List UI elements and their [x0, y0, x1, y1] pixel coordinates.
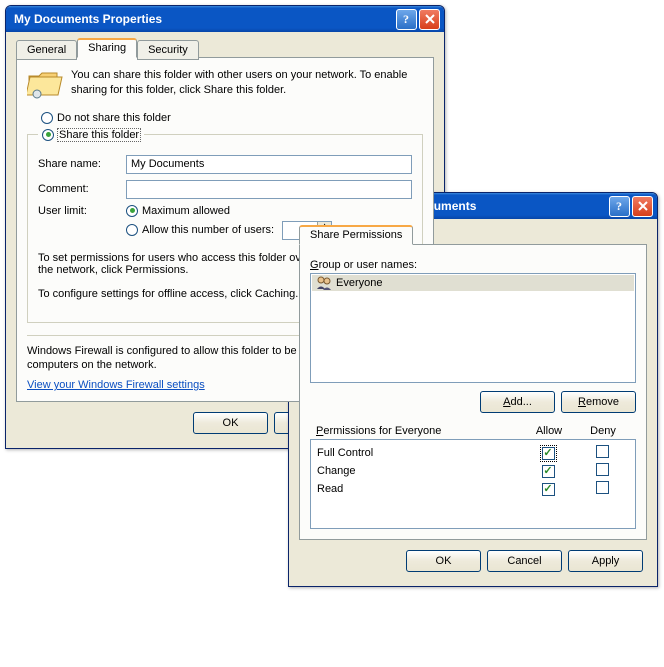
- radio-max-allowed[interactable]: [126, 205, 138, 217]
- share-name-input[interactable]: [126, 155, 412, 174]
- group-icon: [316, 276, 332, 290]
- permissions-for-label: ermissions for Everyone: [323, 425, 441, 437]
- allow-header: Allow: [522, 425, 576, 437]
- tab-general[interactable]: General: [16, 40, 77, 60]
- close-icon: [425, 14, 435, 24]
- caching-text: To configure settings for offline access…: [38, 288, 329, 300]
- permissions-text: To set permissions for users who access …: [38, 252, 326, 276]
- close-button[interactable]: [419, 9, 440, 30]
- svg-text:?: ?: [616, 200, 622, 212]
- radio-allow-number-label: Allow this number of users:: [142, 224, 274, 236]
- help-icon: ?: [615, 200, 625, 212]
- properties-titlebar[interactable]: My Documents Properties ?: [6, 6, 444, 32]
- user-limit-label: User limit:: [38, 205, 118, 217]
- permission-row: Read: [317, 480, 629, 498]
- permission-name: Change: [317, 465, 521, 477]
- permission-row: Full Control: [317, 444, 629, 462]
- properties-ok-button[interactable]: OK: [193, 412, 268, 434]
- radio-allow-number[interactable]: [126, 224, 138, 236]
- radio-share-label: Share this folder: [58, 129, 140, 141]
- permissions-table: Full Control Change Read: [310, 439, 636, 529]
- help-button[interactable]: ?: [609, 196, 630, 217]
- comment-label: Comment:: [38, 183, 118, 195]
- permission-name: Read: [317, 483, 521, 495]
- radio-share[interactable]: [42, 129, 54, 141]
- share-permissions-body: Group or user names: Everyone Add..: [299, 244, 647, 540]
- allow-checkbox[interactable]: [542, 465, 555, 478]
- comment-input[interactable]: [126, 180, 412, 199]
- list-item[interactable]: Everyone: [312, 275, 634, 291]
- remove-button[interactable]: Remove: [561, 391, 636, 413]
- list-item-label: Everyone: [336, 277, 382, 289]
- deny-checkbox[interactable]: [596, 445, 609, 458]
- firewall-link[interactable]: View your Windows Firewall settings: [27, 379, 205, 391]
- deny-header: Deny: [576, 425, 630, 437]
- group-user-names-label: G: [310, 259, 319, 271]
- help-icon: ?: [402, 13, 412, 25]
- radio-do-not-share[interactable]: [41, 112, 53, 124]
- radio-max-allowed-label: Maximum allowed: [142, 205, 230, 217]
- properties-tabs: General Sharing Security: [16, 38, 434, 58]
- permission-name: Full Control: [317, 447, 521, 459]
- permissions-cancel-button[interactable]: Cancel: [487, 550, 562, 572]
- user-listbox[interactable]: Everyone: [310, 273, 636, 383]
- svg-text:?: ?: [403, 13, 409, 25]
- help-button[interactable]: ?: [396, 9, 417, 30]
- share-name-label: Share name:: [38, 158, 118, 170]
- tab-sharing[interactable]: Sharing: [77, 38, 137, 58]
- add-button[interactable]: Add...: [480, 391, 555, 413]
- close-button[interactable]: [632, 196, 653, 217]
- allow-checkbox[interactable]: [542, 447, 555, 460]
- allow-checkbox[interactable]: [542, 483, 555, 496]
- permissions-apply-button[interactable]: Apply: [568, 550, 643, 572]
- properties-title: My Documents Properties: [14, 12, 394, 26]
- permissions-ok-button[interactable]: OK: [406, 550, 481, 572]
- folder-share-icon: [27, 68, 63, 100]
- permissions-window: Permissions for My Documents ? Share Per…: [288, 192, 658, 587]
- tab-security[interactable]: Security: [137, 40, 199, 60]
- tab-share-permissions[interactable]: Share Permissions: [299, 225, 413, 245]
- permissions-tabs: Share Permissions: [299, 225, 647, 245]
- permission-row: Change: [317, 462, 629, 480]
- close-icon: [638, 201, 648, 211]
- radio-do-not-share-label: Do not share this folder: [57, 112, 171, 124]
- deny-checkbox[interactable]: [596, 481, 609, 494]
- intro-text: You can share this folder with other use…: [71, 68, 423, 100]
- deny-checkbox[interactable]: [596, 463, 609, 476]
